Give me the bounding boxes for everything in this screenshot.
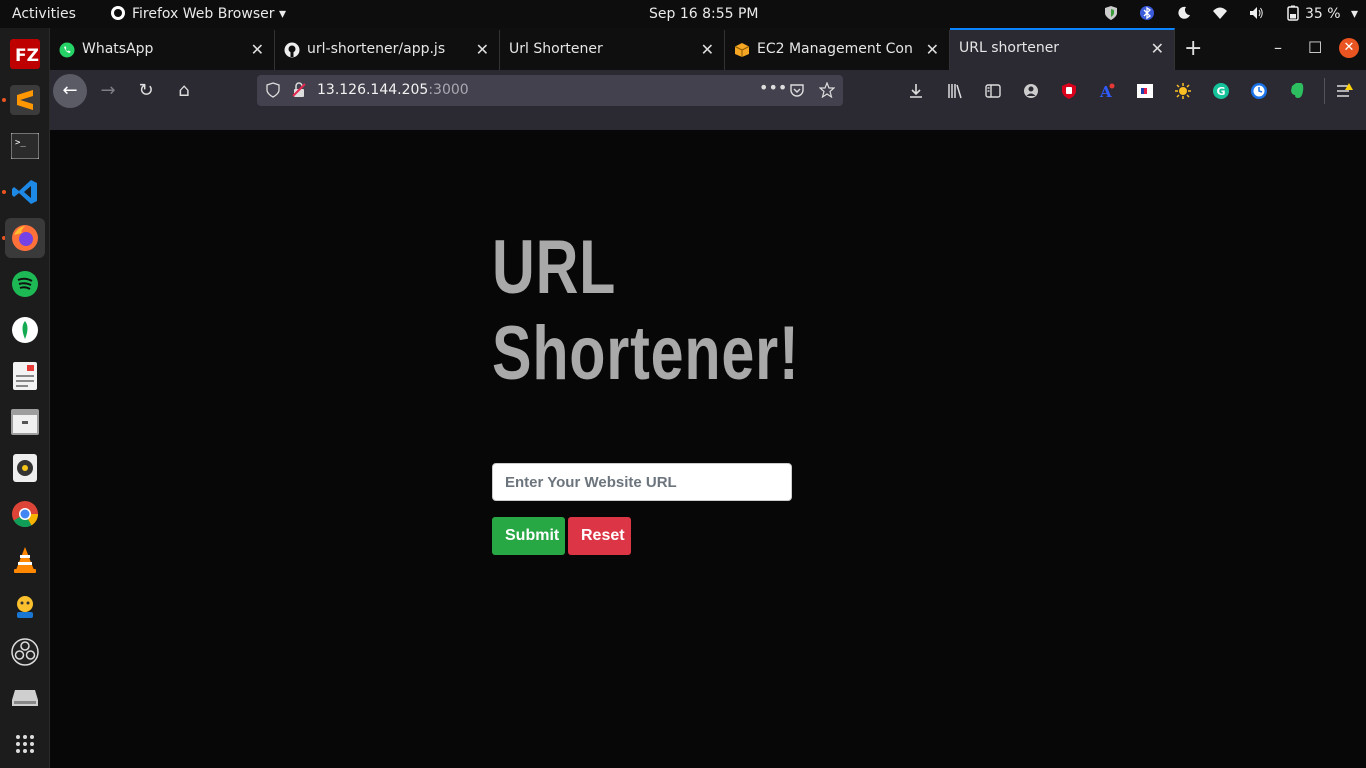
wifi-icon <box>1213 7 1228 19</box>
close-icon[interactable]: ✕ <box>251 40 264 59</box>
shield-icon <box>1104 6 1117 20</box>
tab-title: URL shortener <box>959 40 1060 56</box>
aws-box-icon <box>734 43 750 57</box>
toolbar-spacer <box>50 111 1366 130</box>
bookmark-star-icon[interactable] <box>819 82 835 98</box>
system-top-bar: Activities Firefox Web Browser ▾ Sep 16 … <box>0 0 1366 28</box>
forward-button[interactable]: → <box>91 74 125 108</box>
night-light-icon <box>1178 6 1190 19</box>
vlc-icon[interactable] <box>5 540 45 580</box>
battery-icon <box>1287 5 1299 21</box>
spotify-icon[interactable] <box>5 264 45 304</box>
svg-text:FZ: FZ <box>15 46 39 66</box>
filezilla-icon[interactable]: FZ <box>5 34 45 74</box>
close-window-button[interactable]: ✕ <box>1339 38 1359 58</box>
back-button[interactable]: ← <box>53 74 87 108</box>
tab-whatsapp[interactable]: WhatsApp ✕ <box>50 30 275 70</box>
font-extension-icon[interactable]: A <box>1098 82 1116 100</box>
tab-github[interactable]: url-shortener/app.js at m ✕ <box>275 30 500 70</box>
minimize-button[interactable]: – <box>1274 38 1282 57</box>
bluetooth-icon <box>1140 6 1155 20</box>
svg-text:>_: >_ <box>15 138 26 148</box>
dock: FZ >_ <box>0 28 50 768</box>
download-icon[interactable] <box>907 82 925 100</box>
vscode-icon[interactable] <box>5 172 45 212</box>
document-viewer-icon[interactable] <box>5 356 45 396</box>
reload-button[interactable]: ↻ <box>129 74 163 108</box>
chevron-down-icon: ▾ <box>1350 6 1358 22</box>
tab-url-shortener-active[interactable]: URL shortener ✕ <box>950 28 1175 70</box>
mongodb-compass-icon[interactable] <box>5 310 45 350</box>
pocket-icon[interactable] <box>789 82 805 98</box>
close-icon[interactable]: ✕ <box>1151 39 1164 58</box>
library-icon[interactable] <box>946 82 964 100</box>
system-tray[interactable]: 35 % ▾ <box>1087 0 1358 28</box>
tab-title: url-shortener/app.js at m <box>307 41 447 57</box>
tab-bar: WhatsApp ✕ url-shortener/app.js at m ✕ U… <box>50 28 1366 70</box>
flag-extension-icon[interactable] <box>1136 82 1154 100</box>
timer-extension-icon[interactable] <box>1250 82 1268 100</box>
teacher-app-icon[interactable] <box>5 586 45 626</box>
close-icon[interactable]: ✕ <box>926 40 939 59</box>
sublime-text-icon[interactable] <box>5 80 45 120</box>
file-archive-icon[interactable] <box>5 402 45 442</box>
whatsapp-icon <box>59 42 75 58</box>
app-grid-icon[interactable] <box>5 724 45 764</box>
battery-percent: 35 % <box>1304 6 1341 22</box>
drive-icon[interactable] <box>5 678 45 718</box>
app-menu[interactable]: Firefox Web Browser ▾ <box>110 0 286 28</box>
firefox-small-icon <box>111 6 125 20</box>
tracking-shield-icon <box>266 82 280 98</box>
page-title-line1: URL <box>492 225 617 310</box>
maximize-button[interactable]: ☐ <box>1308 38 1322 57</box>
sidebar-icon[interactable] <box>984 82 1002 100</box>
evernote-icon[interactable] <box>1288 82 1306 100</box>
page-title-line2: Shortener! <box>492 311 800 396</box>
new-tab-button[interactable]: + <box>1184 36 1202 61</box>
close-icon[interactable]: ✕ <box>476 40 489 59</box>
svg-text:G: G <box>1217 85 1226 98</box>
page-content: URL Shortener! Submit Reset <box>50 130 1366 768</box>
tab-ec2-console[interactable]: EC2 Management Conso ✕ <box>725 30 950 70</box>
app-menu-label: Firefox Web Browser <box>132 6 275 22</box>
chevron-down-icon: ▾ <box>278 6 286 22</box>
hamburger-menu-icon[interactable] <box>1335 82 1353 100</box>
tab-title: EC2 Management Conso <box>757 41 912 57</box>
tab-url-shortener[interactable]: Url Shortener ✕ <box>500 30 725 70</box>
reset-button[interactable]: Reset <box>568 517 631 555</box>
insecure-lock-icon <box>292 82 306 97</box>
volume-icon <box>1250 7 1264 19</box>
navigation-toolbar: ← → ↻ ⌂ 13.126.144.205:3000 ••• A G <box>50 70 1366 111</box>
grammarly-icon[interactable]: G <box>1212 82 1230 100</box>
chrome-icon[interactable] <box>5 494 45 534</box>
page-title: URL Shortener! <box>492 225 804 397</box>
clock[interactable]: Sep 16 8:55 PM <box>649 0 759 28</box>
submit-button[interactable]: Submit <box>492 517 565 555</box>
github-icon <box>284 42 300 58</box>
website-url-input[interactable] <box>492 463 792 501</box>
home-button[interactable]: ⌂ <box>167 74 201 108</box>
tab-title: WhatsApp <box>82 41 154 57</box>
tab-title: Url Shortener <box>509 41 603 57</box>
firefox-icon[interactable] <box>5 218 45 258</box>
obs-icon[interactable] <box>5 632 45 672</box>
url-port: :3000 <box>428 82 469 98</box>
sun-extension-icon[interactable] <box>1174 82 1192 100</box>
url-text: 13.126.144.205:3000 <box>317 82 469 98</box>
account-sync-icon[interactable] <box>1022 82 1040 100</box>
terminal-icon[interactable]: >_ <box>5 126 45 166</box>
ublock-icon[interactable] <box>1060 82 1078 100</box>
url-host: 13.126.144.205 <box>317 82 429 98</box>
rhythmbox-icon[interactable] <box>5 448 45 488</box>
address-bar[interactable]: 13.126.144.205:3000 ••• <box>257 75 843 106</box>
activities-button[interactable]: Activities <box>12 0 76 28</box>
page-actions-icon[interactable]: ••• <box>759 78 787 97</box>
close-icon[interactable]: ✕ <box>701 40 714 59</box>
